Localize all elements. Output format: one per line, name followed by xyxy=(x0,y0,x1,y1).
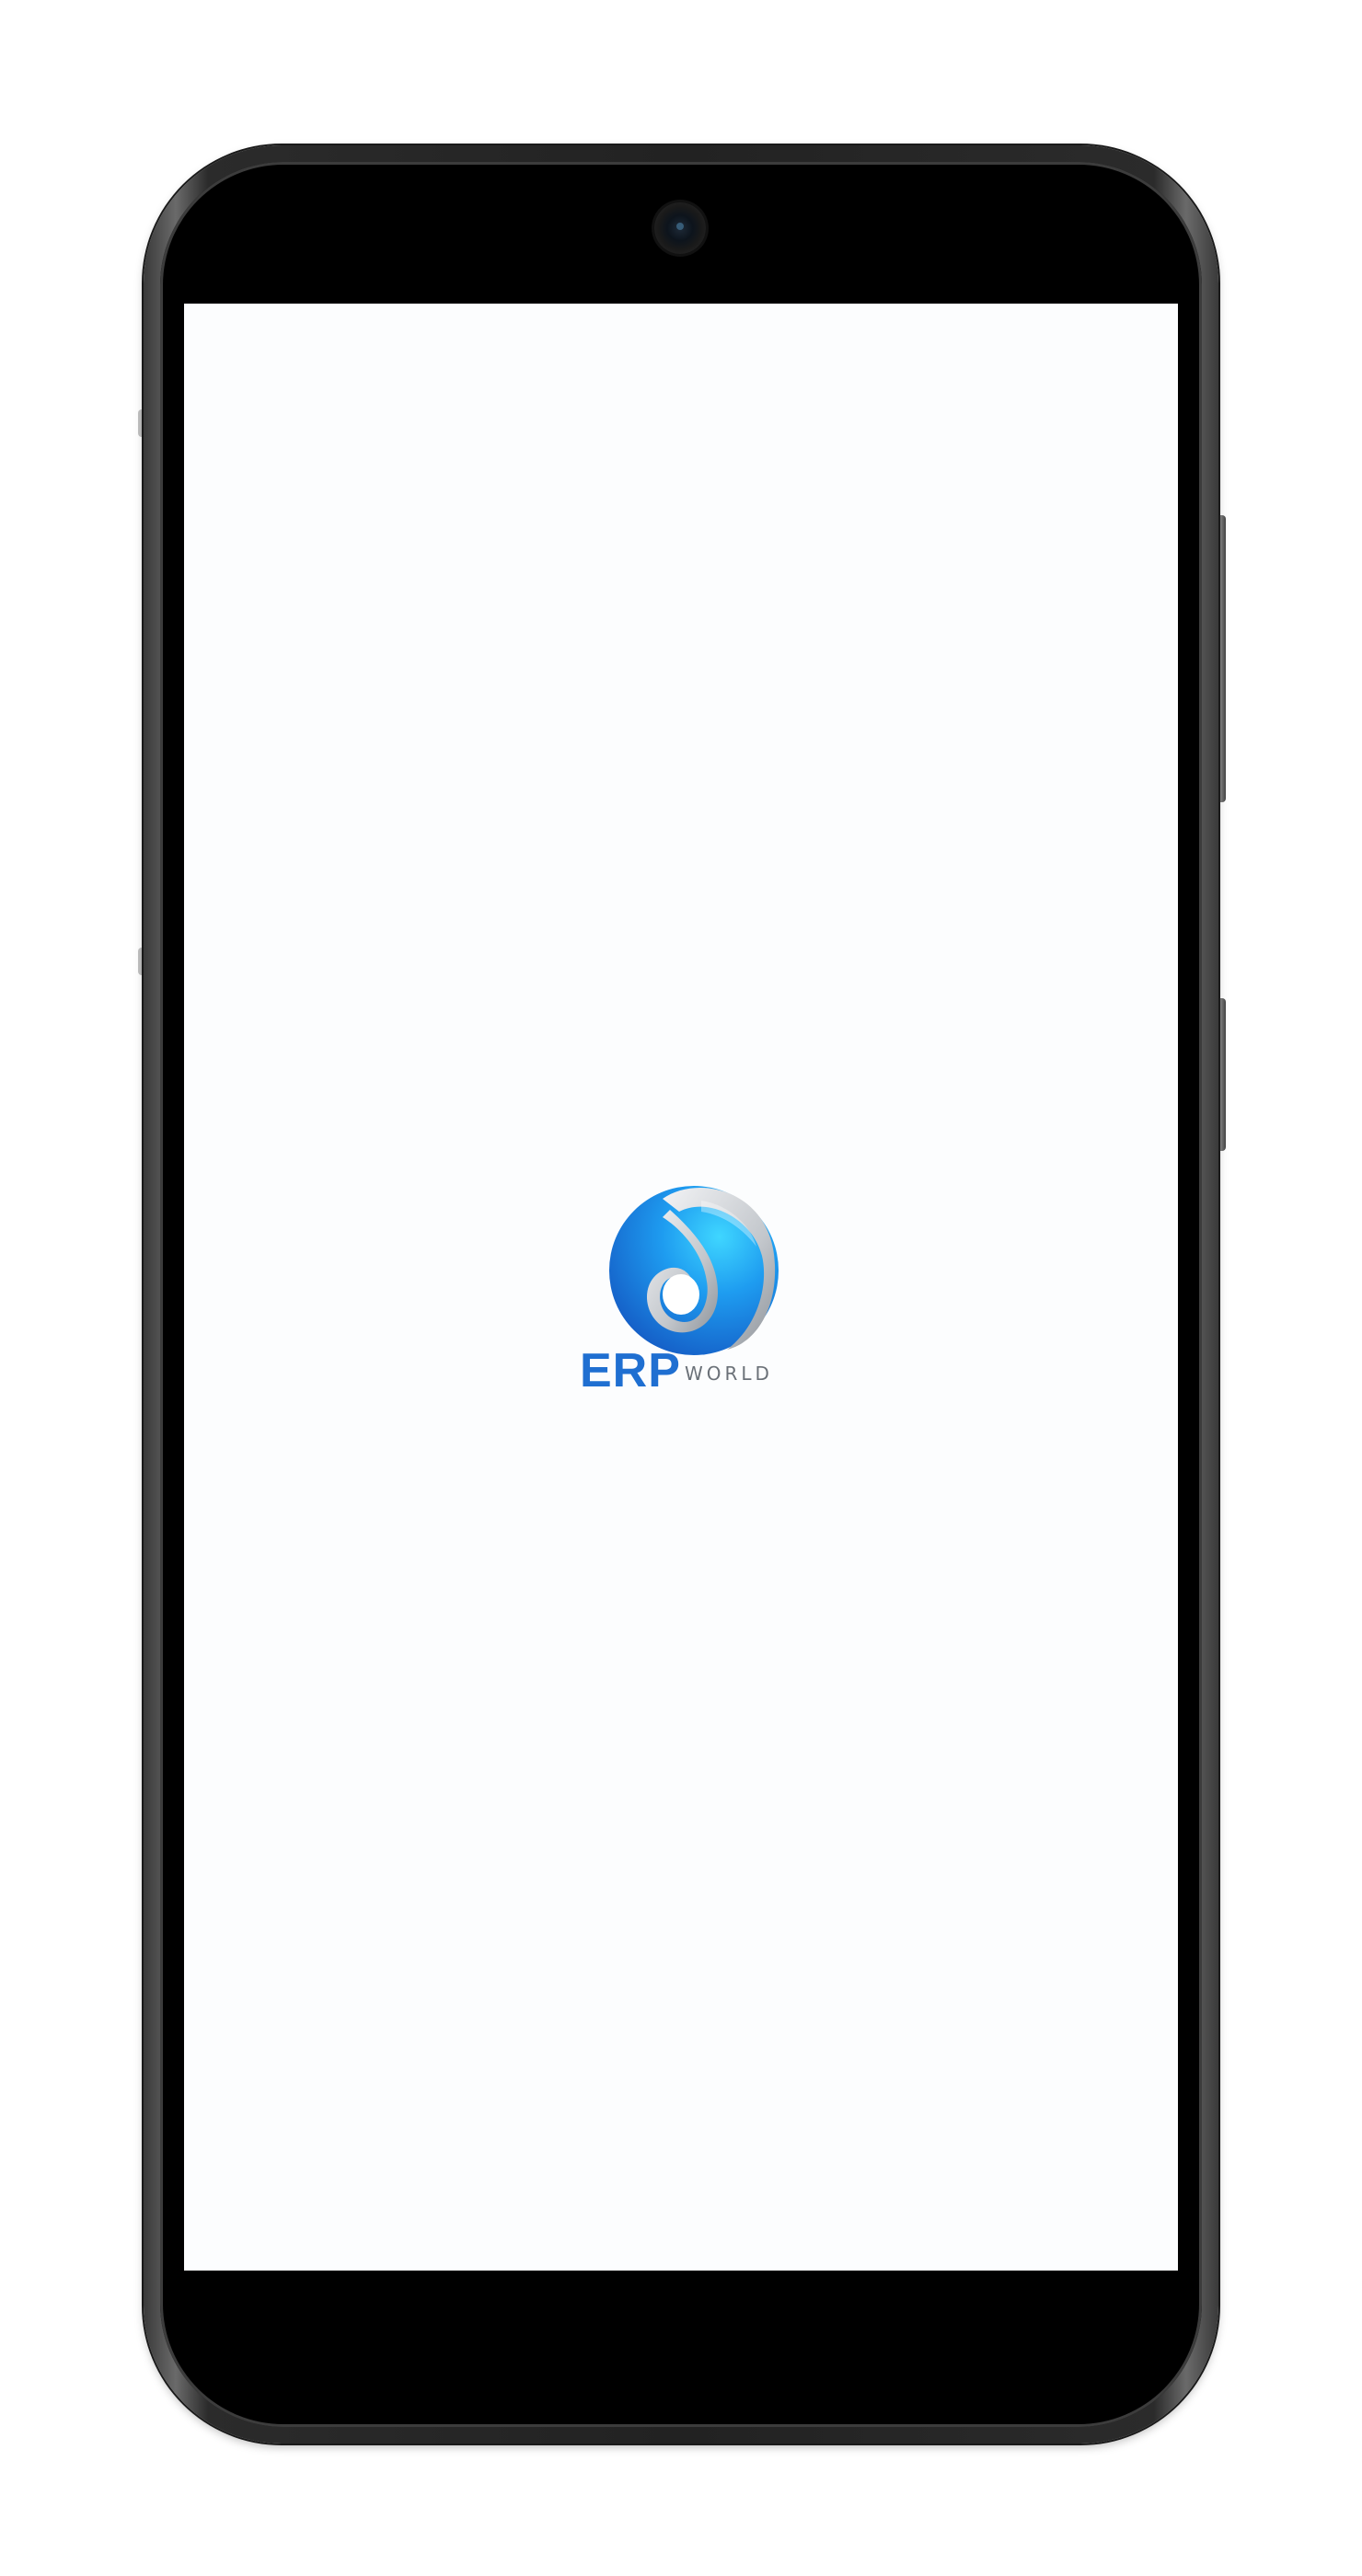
erp-world-logo-icon xyxy=(609,1186,779,1355)
app-screen: ERP WORLD xyxy=(184,304,1178,2271)
front-camera xyxy=(654,202,706,254)
logo-wordmark: ERP WORLD xyxy=(580,1343,801,1398)
logo-brand-text: ERP xyxy=(580,1344,681,1397)
device-mockup: ERP WORLD xyxy=(0,0,1362,2576)
logo-suffix-text: WORLD xyxy=(685,1363,773,1385)
splash-logo: ERP WORLD xyxy=(580,1173,801,1403)
